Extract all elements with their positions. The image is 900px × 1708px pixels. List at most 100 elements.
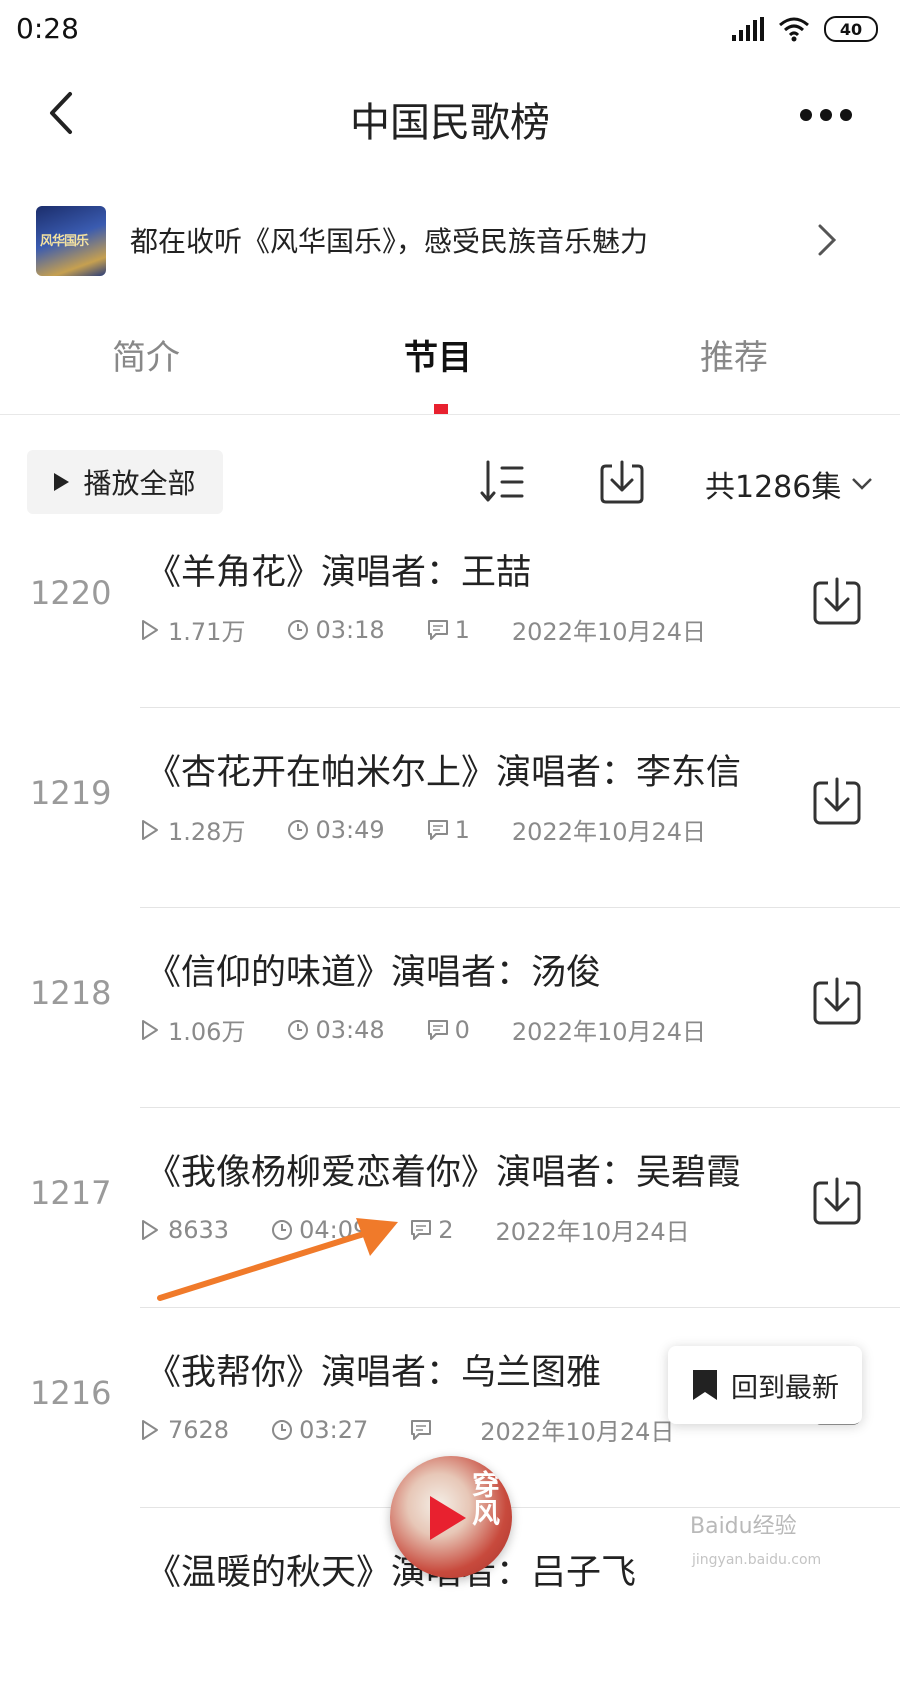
episode-plays: 1.06万 (140, 1012, 245, 1047)
download-icon[interactable] (812, 976, 862, 1026)
back-to-latest-label: 回到最新 (731, 1372, 839, 1404)
episode-title[interactable]: 《杏花开在帕米尔上》演唱者：李东信 (146, 744, 741, 795)
clock-icon (288, 1019, 309, 1040)
tab-episodes[interactable]: 节目 (404, 330, 472, 379)
promo-thumb-logo: 风华国乐 (40, 234, 89, 249)
episode-date-value: 2022年10月24日 (511, 1018, 707, 1046)
episode-date-value: 2022年10月24日 (495, 1218, 690, 1246)
episode-plays-value: 1.71万 (168, 618, 246, 646)
episode-meta: 1.28万 03:49 1 2022年10月24日 (140, 812, 748, 847)
mini-player[interactable]: 穿风 (390, 1456, 512, 1578)
episode-comments-value: 1 (454, 815, 470, 844)
episode-date: 2022年10月24日 (480, 1412, 674, 1447)
episode-comments-value: 1 (454, 615, 470, 644)
episode-comments: 2 (410, 1215, 454, 1244)
bookmark-icon (693, 1370, 717, 1400)
promo-text[interactable]: 都在收听《风华国乐》，感受民族音乐魅力 (130, 220, 648, 260)
episode-comments (410, 1419, 438, 1441)
status-time: 0:28 (16, 12, 79, 45)
more-options-button[interactable] (800, 100, 860, 130)
more-dot-icon (820, 109, 832, 121)
download-icon[interactable] (812, 776, 862, 826)
download-icon[interactable] (812, 1176, 862, 1226)
episode-duration: 03:49 (287, 815, 385, 844)
episode-date-value: 2022年10月24日 (511, 818, 707, 846)
episode-number: 1217 (30, 1174, 112, 1212)
episode-plays-value: 1.28万 (168, 818, 246, 846)
episode-number: 1219 (30, 774, 112, 812)
episode-title[interactable]: 《我像杨柳爱恋着你》演唱者：吴碧霞 (146, 1144, 741, 1195)
episode-duration-value: 03:48 (315, 1015, 385, 1044)
episode-number: 1220 (30, 574, 112, 612)
episode-date: 2022年10月24日 (512, 1012, 706, 1047)
episode-comments: 1 (427, 616, 470, 644)
active-tab-indicator (434, 404, 448, 414)
tab-recommend[interactable]: 推荐 (700, 330, 768, 379)
play-icon (54, 473, 70, 491)
episode-comments-value: 2 (438, 1215, 454, 1244)
chevron-down-icon (852, 478, 873, 490)
watermark-url: jingyan.baidu.com (692, 1552, 822, 1568)
episode-meta: 1.71万 03:18 1 2022年10月24日 (140, 612, 748, 647)
episode-duration-value: 03:18 (315, 615, 385, 644)
play-count-icon (142, 619, 158, 640)
episode-row[interactable]: 1219 《杏花开在帕米尔上》演唱者：李东信 1.28万 03:49 1 2022年10月… (0, 704, 900, 908)
episode-title[interactable]: 《温暖的秋天》演唱者：吕子飞 (146, 1544, 636, 1595)
more-dot-icon (840, 109, 852, 121)
comment-icon (411, 1219, 432, 1240)
tab-intro[interactable]: 简介 (112, 330, 180, 379)
episode-count-label: 共1286集 (705, 470, 842, 505)
episode-plays: 7628 (140, 1416, 229, 1444)
comment-icon (411, 1419, 432, 1440)
episode-comments: 0 (427, 1016, 470, 1044)
episode-count-dropdown[interactable]: 共1286集 (705, 462, 873, 506)
signal-icon (732, 17, 764, 41)
episode-number: 1218 (30, 974, 112, 1012)
episode-comments: 1 (427, 816, 470, 844)
episode-plays-value: 1.06万 (168, 1018, 246, 1046)
episode-row[interactable]: 1220 《羊角花》演唱者：王喆 1.71万 03:18 1 2022年10月24日 (0, 504, 900, 708)
watermark: Baidu经验 (690, 1514, 797, 1539)
episode-title[interactable]: 《羊角花》演唱者：王喆 (146, 544, 531, 595)
battery-indicator: 40 (824, 16, 878, 42)
episode-date: 2022年10月24日 (512, 812, 706, 847)
clock-icon (272, 1419, 293, 1440)
play-count-icon (142, 819, 158, 840)
annotation-arrow (157, 1218, 398, 1301)
episode-meta: 7628 03:27 2022年10月24日 (140, 1412, 716, 1447)
sort-order-icon[interactable] (480, 458, 528, 506)
play-icon (430, 1496, 466, 1540)
comment-icon (427, 819, 448, 840)
comment-icon (427, 619, 448, 640)
episode-duration-value: 03:49 (315, 815, 385, 844)
clock-icon (288, 819, 309, 840)
episode-plays: 1.71万 (140, 612, 245, 647)
episode-title[interactable]: 《我帮你》演唱者：乌兰图雅 (146, 1344, 601, 1395)
episode-comments-value: 0 (454, 1015, 470, 1044)
player-cover-text: 穿风 (468, 1470, 501, 1526)
episode-row[interactable]: 1218 《信仰的味道》演唱者：汤俊 1.06万 03:48 0 2022年10月24日 (0, 904, 900, 1108)
tab-divider (0, 414, 900, 415)
episode-duration: 03:48 (287, 1015, 385, 1044)
play-all-label: 播放全部 (83, 467, 196, 500)
episode-duration-value: 03:27 (299, 1415, 369, 1444)
play-count-icon (142, 1019, 158, 1040)
episode-meta: 1.06万 03:48 0 2022年10月24日 (140, 1012, 748, 1047)
chevron-right-icon[interactable] (814, 222, 840, 258)
wifi-icon (779, 17, 809, 42)
more-dot-icon (800, 109, 812, 121)
episode-date-value: 2022年10月24日 (511, 618, 707, 646)
page-title: 中国民歌榜 (350, 100, 550, 146)
episode-title[interactable]: 《信仰的味道》演唱者：汤俊 (146, 944, 601, 995)
download-all-icon[interactable] (598, 458, 646, 506)
back-to-latest-button[interactable]: 回到最新 (668, 1346, 862, 1424)
episode-row[interactable]: 1217 《我像杨柳爱恋着你》演唱者：吴碧霞 8633 04:09 2 2022年10月2… (0, 1104, 900, 1308)
comment-icon (427, 1019, 448, 1040)
promo-thumbnail[interactable]: 风华国乐 (36, 206, 106, 276)
download-icon[interactable] (812, 576, 862, 626)
episode-plays: 1.28万 (140, 812, 245, 847)
episode-plays-value: 7628 (168, 1415, 230, 1444)
episode-date: 2022年10月24日 (496, 1212, 690, 1247)
play-count-icon (142, 1419, 158, 1440)
episode-date-value: 2022年10月24日 (480, 1418, 675, 1446)
